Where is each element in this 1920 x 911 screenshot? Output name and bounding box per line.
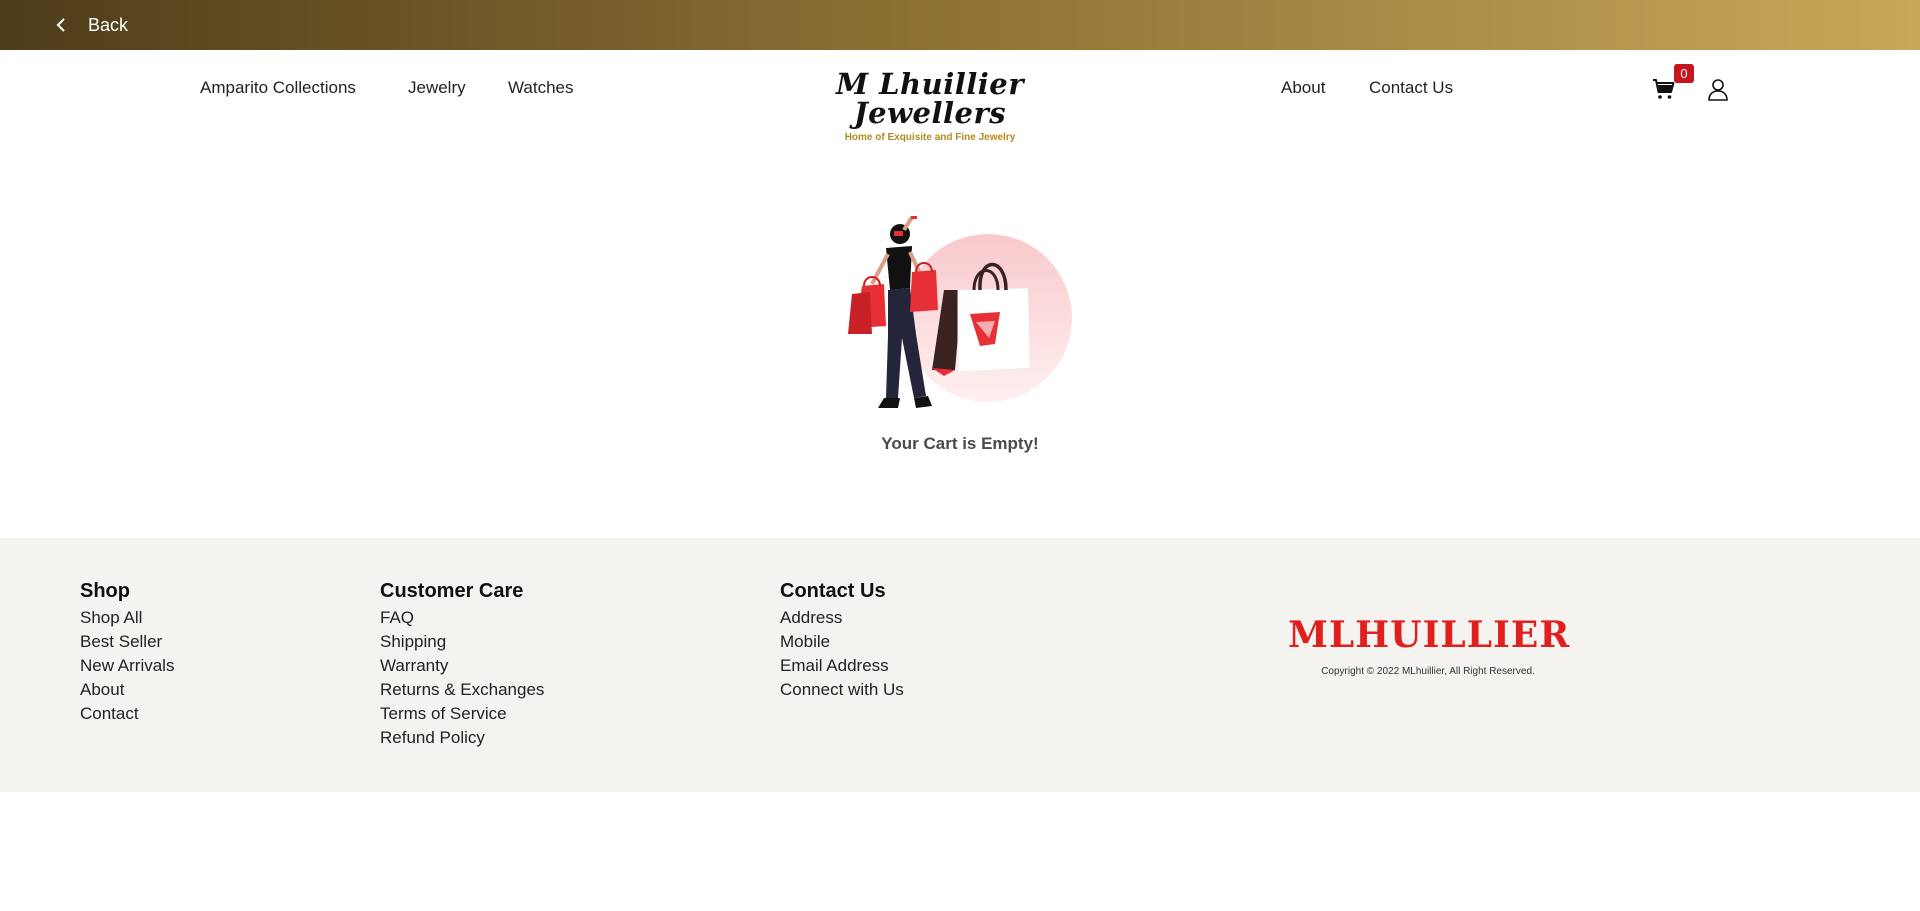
footer-link-address[interactable]: Address	[780, 606, 904, 630]
footer-link-about[interactable]: About	[80, 678, 174, 702]
footer-contact-title: Contact Us	[780, 580, 886, 602]
nav-link-watches[interactable]: Watches	[508, 78, 574, 98]
footer-link-new-arrivals[interactable]: New Arrivals	[80, 654, 174, 678]
site-logo[interactable]: M Lhuillier Jewellers Home of Exquisite …	[770, 70, 1090, 144]
footer-link-shipping[interactable]: Shipping	[380, 630, 544, 654]
footer-care-title: Customer Care	[380, 580, 524, 602]
logo-text: M Lhuillier Jewellers	[835, 67, 1025, 130]
nav-link-amparito-collections[interactable]: Amparito Collections	[200, 78, 356, 98]
footer-link-terms[interactable]: Terms of Service	[380, 702, 544, 726]
footer-logo: MLHUILLIER	[1288, 614, 1570, 656]
cart-icon[interactable]	[1652, 77, 1676, 101]
top-bar: Back	[0, 0, 1920, 50]
footer-link-connect[interactable]: Connect with Us	[780, 678, 904, 702]
logo-wordmark: M Lhuillier Jewellers	[770, 70, 1090, 128]
footer-link-email[interactable]: Email Address	[780, 654, 904, 678]
footer-logo-text: MLHUILLIER	[1288, 614, 1571, 656]
footer-link-returns[interactable]: Returns & Exchanges	[380, 678, 544, 702]
footer: Shop Shop All Best Seller New Arrivals A…	[0, 538, 1920, 792]
copyright-text: Copyright © 2022 MLhuillier, All Right R…	[1321, 666, 1535, 677]
user-icon[interactable]	[1706, 77, 1730, 101]
empty-cart-message: Your Cart is Empty!	[881, 434, 1039, 453]
nav-link-jewelry[interactable]: Jewelry	[408, 78, 466, 98]
footer-link-mobile[interactable]: Mobile	[780, 630, 904, 654]
empty-cart-illustration	[848, 216, 1072, 408]
cart-count-badge: 0	[1674, 64, 1694, 83]
footer-contact-column: Contact Us Address Mobile Email Address …	[780, 580, 904, 702]
footer-care-column: Customer Care FAQ Shipping Warranty Retu…	[380, 580, 544, 750]
logo-tagline: Home of Exquisite and Fine Jewelry	[844, 132, 1016, 143]
footer-link-warranty[interactable]: Warranty	[380, 654, 544, 678]
nav-link-about[interactable]: About	[1281, 78, 1325, 98]
footer-shop-column: Shop Shop All Best Seller New Arrivals A…	[80, 580, 174, 726]
back-button[interactable]: Back	[56, 12, 128, 38]
footer-link-contact[interactable]: Contact	[80, 702, 174, 726]
nav-link-contact-us[interactable]: Contact Us	[1369, 78, 1453, 98]
footer-link-shop-all[interactable]: Shop All	[80, 606, 174, 630]
footer-link-best-seller[interactable]: Best Seller	[80, 630, 174, 654]
chevron-left-icon	[56, 18, 65, 32]
back-label: Back	[88, 14, 129, 35]
footer-link-faq[interactable]: FAQ	[380, 606, 544, 630]
footer-link-refund[interactable]: Refund Policy	[380, 726, 544, 750]
footer-shop-title: Shop	[80, 580, 130, 602]
